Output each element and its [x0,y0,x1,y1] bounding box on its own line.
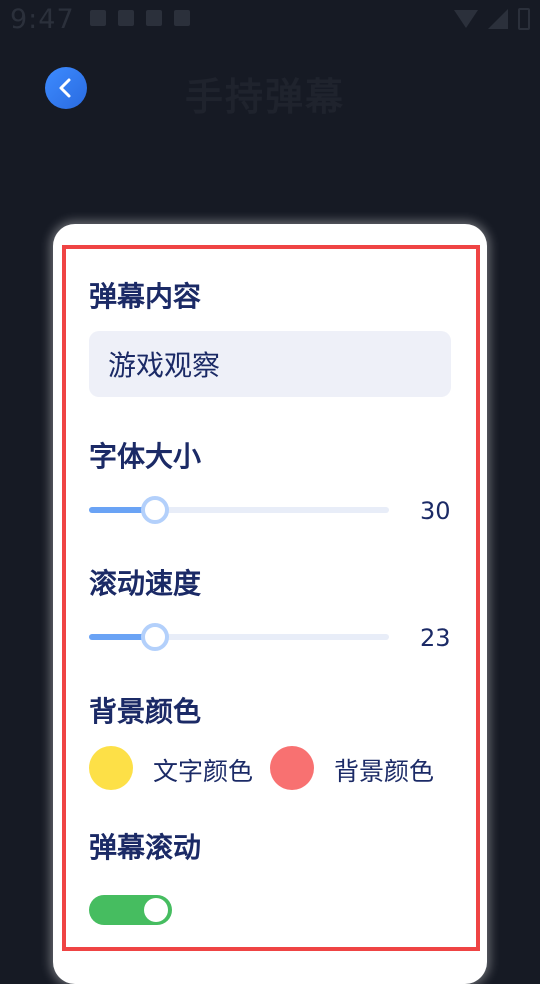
content-input-value: 游戏观察 [108,349,221,382]
speed-value: 23 [420,624,451,652]
font-size-slider[interactable] [89,496,389,524]
scroll-toggle[interactable] [89,895,172,925]
page-title: 手持弹幕 [185,75,346,119]
app-icon [146,10,162,26]
font-size-value: 30 [420,497,451,525]
bg-color-option[interactable]: 背景颜色 [334,752,434,788]
font-size-slider-thumb[interactable] [141,496,169,524]
status-bar: 9:47 [0,0,540,44]
bg-color-label: 背景颜色 [89,695,202,728]
content-label: 弹幕内容 [89,280,202,313]
content-input[interactable]: 游戏观察 [89,331,451,397]
image-icon [90,10,106,26]
chevron-left-icon [59,78,71,98]
speed-slider[interactable] [89,623,389,651]
toggle-knob [144,898,168,922]
font-size-label: 字体大小 [89,440,202,473]
speed-slider-thumb[interactable] [141,623,169,651]
notification-icons [90,10,190,26]
bg-color-swatch[interactable] [270,746,314,790]
text-color-option[interactable]: 文字颜色 [153,752,253,788]
download-icon [118,10,134,26]
battery-icon [518,8,530,30]
signal-icon [488,9,508,29]
scroll-label: 弹幕滚动 [89,831,202,864]
back-button[interactable] [45,67,87,109]
system-icons [454,8,530,30]
speed-label: 滚动速度 [89,567,202,600]
wifi-icon [454,10,478,28]
keyboard-icon [174,10,190,26]
text-color-swatch[interactable] [89,746,133,790]
status-time: 9:47 [10,4,75,35]
